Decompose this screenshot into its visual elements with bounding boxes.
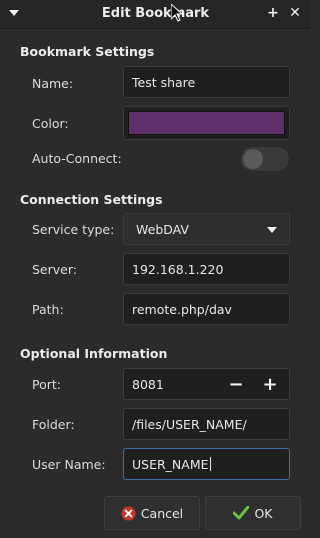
toggle-knob: [243, 149, 263, 169]
color-swatch: [128, 111, 285, 135]
autoconnect-label: Auto-Connect:: [32, 151, 122, 166]
name-value: Test share: [132, 74, 196, 90]
minus-icon: −: [228, 373, 244, 395]
ok-button[interactable]: OK: [205, 496, 301, 530]
name-field[interactable]: Test share: [123, 66, 290, 98]
text-caret: [209, 457, 211, 471]
username-field[interactable]: USER_NAME: [123, 448, 290, 480]
path-label: Path:: [32, 302, 64, 317]
plus-icon: +: [267, 5, 279, 21]
optional-information-heading: Optional Information: [20, 346, 168, 361]
folder-label: Folder:: [32, 417, 75, 432]
path-field[interactable]: remote.php/dav: [123, 293, 290, 325]
cancel-icon: [121, 505, 136, 521]
port-value: 8081: [132, 376, 164, 392]
color-picker-button[interactable]: [123, 106, 290, 140]
port-decrement-button[interactable]: −: [219, 369, 253, 399]
plus-icon: +: [262, 373, 278, 395]
checkmark-icon: [233, 506, 250, 520]
autoconnect-toggle[interactable]: [240, 146, 290, 172]
port-label: Port:: [32, 377, 61, 392]
username-value: USER_NAME: [132, 456, 209, 472]
connection-settings-heading: Connection Settings: [20, 192, 163, 207]
color-label: Color:: [32, 116, 69, 131]
cancel-label: Cancel: [140, 505, 184, 521]
window-add-button[interactable]: +: [264, 4, 282, 22]
cancel-button[interactable]: Cancel: [104, 496, 200, 530]
mouse-cursor-icon: [171, 4, 183, 22]
server-field[interactable]: 192.168.1.220: [123, 253, 290, 285]
server-label: Server:: [32, 262, 77, 277]
service-type-select[interactable]: WebDAV: [123, 213, 290, 245]
window-close-button[interactable]: ✕: [286, 4, 304, 22]
folder-field[interactable]: /files/USER_NAME/: [123, 408, 290, 440]
service-type-value: WebDAV: [136, 221, 189, 237]
ok-label: OK: [254, 505, 273, 521]
port-increment-button[interactable]: +: [253, 369, 287, 399]
close-icon: ✕: [289, 5, 301, 21]
server-value: 192.168.1.220: [132, 261, 224, 277]
name-label: Name:: [32, 76, 74, 91]
path-value: remote.php/dav: [132, 301, 232, 317]
title-bar: Edit Bookmark + ✕: [0, 0, 311, 29]
service-type-label: Service type:: [32, 222, 115, 237]
username-label: User Name:: [32, 457, 106, 472]
port-spinbox[interactable]: 8081 − +: [123, 368, 290, 400]
bookmark-settings-heading: Bookmark Settings: [20, 44, 155, 59]
chevron-down-icon: [267, 227, 277, 233]
folder-value: /files/USER_NAME/: [132, 416, 247, 432]
